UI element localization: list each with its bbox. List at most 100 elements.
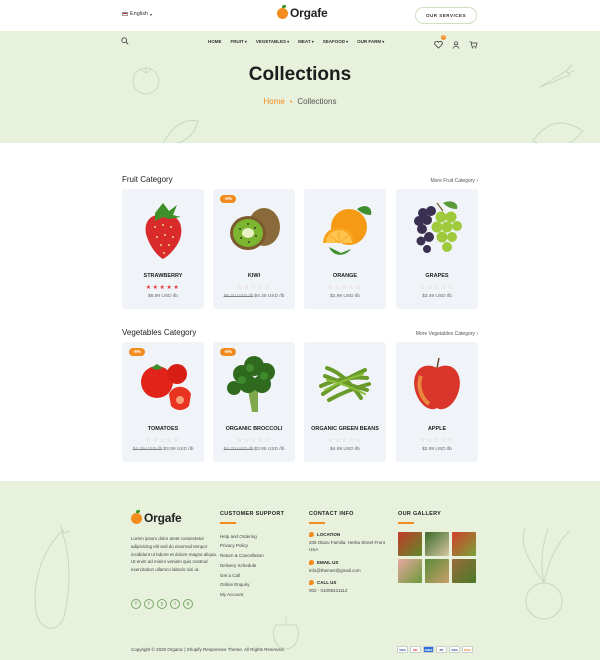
search-icon[interactable] (121, 37, 129, 45)
product-card-broccoli[interactable]: -6% ORGANIC BROCCOLI ☆☆☆☆☆ $4.20 USD /lb… (213, 342, 295, 462)
footer-link[interactable]: Delivery Schedule (220, 561, 284, 571)
product-name: ORGANIC GREEN BEANS (311, 426, 379, 432)
footer-about-text: Lorem ipsum dolor amet consectetur adipi… (131, 536, 218, 573)
breadcrumb-separator: • (289, 99, 293, 106)
mastercard-icon: MC (410, 646, 421, 653)
breadcrumb: Home • Collections (0, 97, 600, 106)
broccoli-image (227, 356, 275, 412)
product-name: ORANGE (332, 273, 358, 279)
email-icon (309, 559, 314, 565)
rating-stars: ☆☆☆☆☆ (327, 285, 363, 291)
more-vegetables-link[interactable]: More Vegetables Category › (416, 331, 478, 337)
product-card-strawberry[interactable]: STRAWBERRY ★★★★★ $8.99 USD /lb (122, 189, 204, 309)
cart-icon[interactable] (469, 41, 478, 49)
nav-seafood[interactable]: SEAFOOD (323, 39, 348, 44)
facebook-icon[interactable]: f (131, 599, 141, 609)
column-heading: OUR GALLERY (398, 511, 442, 517)
phone-icon (309, 580, 314, 585)
gallery-image[interactable] (452, 531, 476, 556)
old-price: $4.20 USD /lb (223, 447, 254, 452)
contact-location: LOCATION 205 Olazu Familia, Herba Street… (309, 531, 386, 552)
product-name: APPLE (427, 426, 447, 432)
visa-electron-icon: VISA (449, 646, 460, 653)
header-icons: 0 (434, 35, 478, 54)
strawberry-image (145, 203, 182, 259)
copyright-text: Copyright © 2020 Organic | Shopify Respo… (131, 647, 285, 652)
social-links: f t y i p (131, 599, 193, 609)
product-price: $8.99 USD /lb (148, 294, 178, 299)
nav-vegetables[interactable]: VEGETABLES (256, 39, 289, 44)
beet-doodle-icon (522, 526, 571, 620)
gallery-image[interactable] (398, 531, 422, 556)
language-label: English (130, 11, 149, 17)
customer-support-column: CUSTOMER SUPPORT Help and Ordering Priva… (220, 511, 284, 600)
product-card-grapes[interactable]: GRAPES ☆☆☆☆☆ $3.49 USD /lb (396, 189, 478, 309)
green-beans-image (319, 366, 371, 402)
footer-link[interactable]: Help and Ordering (220, 532, 284, 542)
gallery-image[interactable] (452, 558, 476, 583)
main-nav: HOME FRUIT VEGETABLES MEAT SEAFOOD OUR F… (208, 39, 384, 44)
gallery-image[interactable] (425, 558, 449, 583)
our-services-button[interactable]: OUR SERVICES (415, 7, 477, 24)
rating-stars: ☆☆☆☆☆ (236, 438, 272, 444)
nav-meat[interactable]: MEAT (298, 39, 314, 44)
product-name: KIWI (247, 273, 261, 279)
product-name: GRAPES (425, 273, 449, 279)
twitter-icon[interactable]: t (144, 599, 154, 609)
pinterest-icon[interactable]: p (183, 599, 193, 609)
location-icon (309, 531, 314, 537)
contact-email: EMAIL US info@themes@gmail.com (309, 559, 393, 575)
product-card-tomatoes[interactable]: -6% TOMATOES ☆☆☆☆☆ $4.29 USD /lb$3.99 US… (122, 342, 204, 462)
breadcrumb-current: Collections (297, 97, 337, 106)
rating-stars: ☆☆☆☆☆ (419, 285, 455, 291)
nav-our-farm[interactable]: OUR FARM (357, 39, 384, 44)
kiwi-image (230, 208, 280, 250)
user-icon[interactable] (452, 41, 460, 49)
visa-icon: VISA (397, 646, 408, 653)
section-title: Vegetables Category (122, 328, 197, 337)
paypal-icon: PP (436, 646, 447, 653)
product-price: $4.20 USD /lb$3.95 USD /lb (223, 447, 285, 452)
product-card-kiwi[interactable]: -5% KIWI ☆☆☆☆☆ $6.20 USD /lb$4.35 USD /l… (213, 189, 295, 309)
product-price: $6.20 USD /lb$4.35 USD /lb (223, 294, 285, 299)
product-card-apple[interactable]: APPLE ☆☆☆☆☆ $2.99 USD /lb (396, 342, 478, 462)
product-price: $4.29 USD /lb$3.99 USD /lb (132, 447, 194, 452)
gallery-image[interactable] (425, 531, 449, 556)
footer-link[interactable]: Get a Call (220, 571, 284, 581)
language-selector[interactable]: English ▾ (122, 11, 152, 17)
leaf-doodle-icon (162, 120, 199, 143)
instagram-icon[interactable]: i (170, 599, 180, 609)
product-name: STRAWBERRY (143, 273, 183, 279)
product-price: $3.49 USD /lb (422, 294, 452, 299)
discover-icon: DISC (462, 646, 473, 653)
nav-fruit[interactable]: FRUIT (231, 39, 247, 44)
rating-stars: ★★★★★ (145, 285, 181, 291)
wishlist-button[interactable]: 0 (434, 35, 446, 54)
site-logo[interactable]: Orgafe (277, 4, 328, 20)
youtube-icon[interactable]: y (157, 599, 167, 609)
more-fruit-link[interactable]: More Fruit Category › (430, 178, 478, 184)
email-link[interactable]: info@themes@gmail.com (309, 567, 393, 575)
site-footer: Orgafe Lorem ipsum dolor amet consectetu… (0, 481, 600, 660)
footer-logo[interactable]: Orgafe (131, 509, 182, 525)
product-card-orange[interactable]: ORANGE ☆☆☆☆☆ $2.99 USD /lb (304, 189, 386, 309)
product-price: $4.99 USD /lb (330, 447, 360, 452)
orange-logo-icon (277, 4, 288, 19)
gallery-image[interactable] (398, 558, 422, 583)
hero-banner: HOME FRUIT VEGETABLES MEAT SEAFOOD OUR F… (0, 31, 600, 143)
column-heading: CONTACT INFO (309, 511, 354, 517)
footer-link[interactable]: Return & Cancellation (220, 551, 284, 561)
footer-link[interactable]: My Account (220, 590, 284, 600)
breadcrumb-home[interactable]: Home (264, 97, 285, 106)
tomatoes-image (141, 364, 191, 411)
orange-image (323, 206, 372, 255)
footer-link[interactable]: Online Enquiry (220, 580, 284, 590)
section-title: Fruit Category (122, 175, 173, 184)
nav-home[interactable]: HOME (208, 39, 222, 44)
heading-underline (220, 522, 236, 524)
eggplant-doodle-icon (34, 524, 71, 629)
rating-stars: ☆☆☆☆☆ (419, 438, 455, 444)
page-title: Collections (248, 64, 352, 85)
product-card-green-beans[interactable]: ORGANIC GREEN BEANS ☆☆☆☆☆ $4.99 USD /lb (304, 342, 386, 462)
footer-link[interactable]: Privacy Policy (220, 541, 284, 551)
